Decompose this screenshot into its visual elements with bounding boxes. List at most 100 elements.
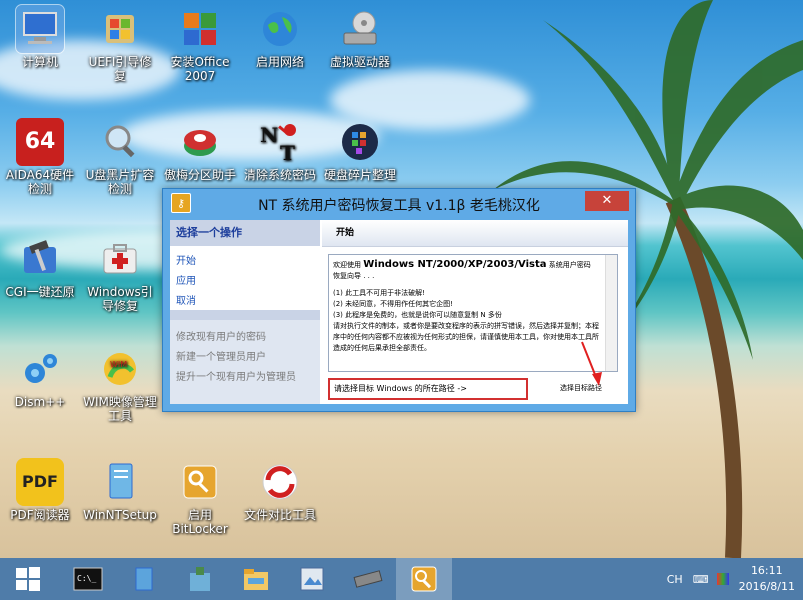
display-icon[interactable]	[716, 573, 729, 585]
icon-label: 安装Office 2007	[170, 55, 230, 83]
start-link[interactable]: 开始	[176, 252, 320, 272]
globe-icon	[256, 5, 304, 53]
nt-key-icon: NT	[256, 118, 304, 166]
bitlocker-shortcut[interactable]: 启用 BitLocker	[163, 458, 237, 536]
partition-assistant-shortcut[interactable]: 傲梅分区助手	[163, 118, 237, 182]
icon-label: WinNTSetup	[83, 508, 157, 522]
svg-text:T: T	[280, 141, 295, 164]
aida64-icon-text: 64	[24, 129, 56, 154]
content-header: 开始	[322, 220, 628, 247]
document-icon	[135, 567, 153, 591]
welcome-text-end: 系统用户密码	[548, 261, 591, 269]
command-prompt-icon: C:\_	[73, 567, 103, 591]
input-language-indicator[interactable]: CH	[667, 573, 683, 586]
taskbar-app-2[interactable]	[116, 558, 172, 600]
clock-date: 2016/8/11	[738, 580, 795, 593]
taskbar-nt-password-tool[interactable]	[396, 558, 452, 600]
task-list: 修改现有用户的密码 新建一个管理员用户 提升一个现有用户为管理员	[170, 320, 320, 396]
windows-logo-icon	[16, 567, 40, 591]
key-icon	[411, 566, 437, 592]
svg-text:WIM: WIM	[110, 360, 127, 369]
magnifier-icon	[96, 118, 144, 166]
image-viewer-icon	[300, 567, 324, 591]
pdf-icon-text: PDF	[22, 472, 58, 491]
notice-item: (3) 此程序是免费的，也就是说你可以随意复制 N 多份	[333, 311, 502, 319]
setup-icon	[96, 458, 144, 506]
gears-icon	[16, 345, 64, 393]
taskbar-app-3[interactable]	[172, 558, 228, 600]
annotation-arrow	[581, 341, 602, 386]
icon-label: AIDA64硬件检测	[5, 168, 75, 196]
welcome-text: 欢迎使用	[333, 261, 361, 269]
icon-label: 硬盘碎片整理	[323, 168, 396, 182]
icon-label: 傲梅分区助手	[163, 168, 236, 182]
welcome-textbox[interactable]: 欢迎使用 Windows NT/2000/XP/2003/Vista 系统用户密…	[328, 254, 618, 372]
window-title: NT 系统用户密码恢复工具 v1.1β 老毛桃汉化	[258, 198, 540, 214]
icon-label: WIM映像管理工具	[83, 395, 157, 423]
key-icon	[176, 458, 224, 506]
dism-shortcut[interactable]: Dism++	[3, 345, 77, 409]
first-aid-kit-icon	[96, 235, 144, 283]
desktop-wallpaper: 计算机 UEFI引导修复 安装Office 2007 启用网络 虚拟驱动器 64…	[0, 0, 803, 558]
memory-chip-icon	[353, 570, 383, 588]
keyboard-icon[interactable]: ⌨	[693, 573, 709, 586]
icon-label: 计算机	[21, 55, 58, 69]
windows-flag-icon	[96, 5, 144, 53]
uefi-repair-shortcut[interactable]: UEFI引导修复	[83, 5, 157, 83]
office-install-shortcut[interactable]: 安装Office 2007	[163, 5, 237, 83]
close-button[interactable]: ✕	[585, 191, 629, 211]
icon-label: 启用网络	[255, 55, 304, 69]
notice-item: (2) 未经同意，不得用作任何其它企图!	[333, 300, 453, 308]
clear-password-shortcut[interactable]: NT 清除系统密码	[243, 118, 317, 182]
enable-network-shortcut[interactable]: 启用网络	[243, 5, 317, 69]
icon-label: 启用 BitLocker	[172, 508, 228, 536]
task-item-new-admin[interactable]: 新建一个管理员用户	[176, 348, 314, 368]
clock-time: 16:11	[750, 564, 783, 577]
file-compare-shortcut[interactable]: 文件对比工具	[243, 458, 317, 522]
window-body: 选择一个操作 开始 应用 取消 修改现有用户的密码 新建一个管理员用户 提升一个…	[170, 220, 628, 404]
usb-check-shortcut[interactable]: U盘黑片扩容检测	[83, 118, 157, 196]
window-titlebar[interactable]: ⚷ NT 系统用户密码恢复工具 v1.1β 老毛桃汉化 ✕	[163, 189, 635, 217]
hammer-icon	[16, 235, 64, 283]
icon-label: Windows引导修复	[87, 285, 153, 313]
pdf-icon: PDF	[16, 458, 64, 506]
taskbar-explorer[interactable]	[228, 558, 284, 600]
nt-password-recovery-window[interactable]: ⚷ NT 系统用户密码恢复工具 v1.1β 老毛桃汉化 ✕ 选择一个操作 开始 …	[162, 188, 636, 412]
taskbar-cmd[interactable]: C:\_	[60, 558, 116, 600]
icon-label: 文件对比工具	[243, 508, 316, 522]
defrag-icon	[336, 118, 384, 166]
svg-text:C:\_: C:\_	[77, 574, 96, 583]
windows-boot-repair-shortcut[interactable]: Windows引导修复	[83, 235, 157, 313]
defrag-shortcut[interactable]: 硬盘碎片整理	[323, 118, 397, 182]
action-links: 开始 应用 取消	[170, 246, 320, 310]
icon-label: PDF阅读器	[10, 508, 70, 522]
notice-paragraph: 请对执行文件的制本，或者你是要改变程序的表示的拼写错误，然后选择并复制；本程序中…	[333, 322, 599, 352]
computer-shortcut[interactable]: 计算机	[3, 4, 77, 69]
welcome-line2: 恢复向导 . . .	[333, 272, 375, 280]
welcome-os-list: Windows NT/2000/XP/2003/Vista	[363, 259, 547, 270]
office-icon	[176, 5, 224, 53]
virtual-drive-shortcut[interactable]: 虚拟驱动器	[323, 5, 397, 69]
clock[interactable]: 16:11 2016/8/11	[739, 563, 795, 595]
task-item-change-password[interactable]: 修改现有用户的密码	[176, 328, 314, 348]
notice-item: (1) 此工具不可用于非法破解!	[333, 289, 425, 297]
aida64-shortcut[interactable]: 64 AIDA64硬件检测	[3, 118, 77, 196]
pdf-reader-shortcut[interactable]: PDF PDF阅读器	[3, 458, 77, 522]
computer-icon	[15, 4, 65, 54]
wim-manager-shortcut[interactable]: WIM WIM映像管理工具	[83, 345, 157, 423]
start-button[interactable]	[0, 558, 56, 600]
icon-label: CGI一键还原	[5, 285, 75, 299]
target-path-status: 请选择目标 Windows 的所在路径 ->	[328, 378, 528, 400]
puzzle-cube-icon	[190, 567, 210, 591]
cgi-restore-shortcut[interactable]: CGI一键还原	[3, 235, 77, 299]
winntsetup-shortcut[interactable]: WinNTSetup	[83, 458, 157, 522]
taskbar-app-6[interactable]	[340, 558, 396, 600]
taskbar-app-5[interactable]	[284, 558, 340, 600]
task-item-promote-admin[interactable]: 提升一个现有用户为管理员	[176, 368, 314, 388]
cancel-link[interactable]: 取消	[176, 292, 320, 312]
icon-label: UEFI引导修复	[88, 55, 152, 83]
folder-icon	[244, 569, 268, 590]
aida64-icon: 64	[16, 118, 64, 166]
action-panel-header: 选择一个操作	[170, 220, 320, 246]
apply-link[interactable]: 应用	[176, 272, 320, 292]
